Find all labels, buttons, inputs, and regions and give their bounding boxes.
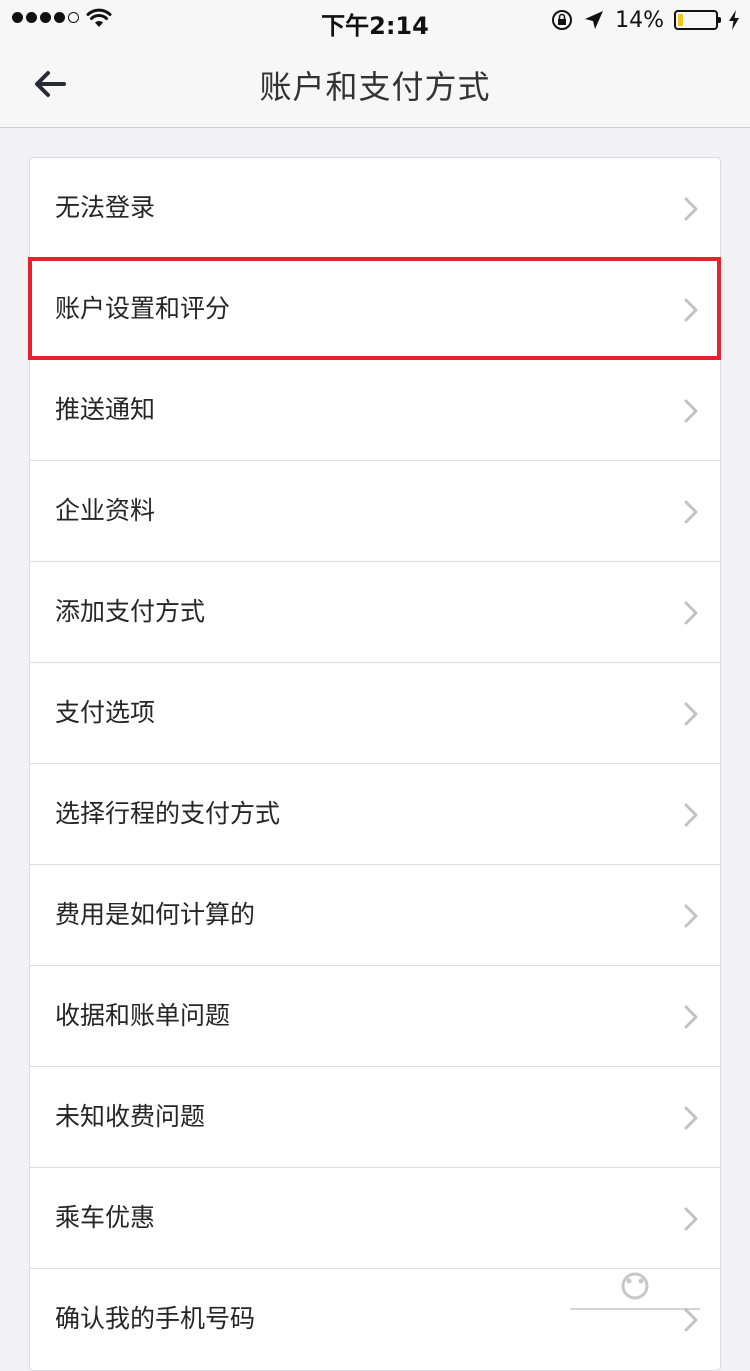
- menu-item-label: 乘车优惠: [55, 1203, 156, 1232]
- menu-item-how-fares-calculated[interactable]: 费用是如何计算的: [30, 865, 720, 966]
- status-bar: 下午2:14 14%: [0, 0, 750, 40]
- location-arrow-icon: [585, 11, 604, 29]
- menu-item-cannot-login[interactable]: 无法登录: [30, 158, 720, 259]
- menu-item-label: 收据和账单问题: [55, 1001, 231, 1030]
- menu-item-trip-payment-method[interactable]: 选择行程的支付方式: [30, 764, 720, 865]
- chevron-right-icon: [684, 197, 698, 221]
- menu-item-label: 支付选项: [55, 698, 156, 727]
- menu-item-label: 添加支付方式: [55, 597, 206, 626]
- charging-icon: [729, 10, 739, 30]
- menu-item-ride-promotions[interactable]: 乘车优惠: [30, 1168, 720, 1269]
- menu-item-add-payment-method[interactable]: 添加支付方式: [30, 562, 720, 663]
- menu-item-business-profile[interactable]: 企业资料: [30, 461, 720, 562]
- page-title: 账户和支付方式: [259, 68, 491, 106]
- chevron-right-icon: [684, 1005, 698, 1029]
- chevron-right-icon: [684, 904, 698, 928]
- chevron-right-icon: [684, 399, 698, 423]
- menu-item-label: 企业资料: [55, 496, 156, 525]
- battery-icon: [674, 10, 721, 30]
- menu-list: 无法登录 账户设置和评分 推送通知 企业资料 添加支付方式 支付选项 选择行程的…: [29, 157, 721, 1371]
- menu-item-label: 选择行程的支付方式: [55, 799, 281, 828]
- chevron-right-icon: [684, 803, 698, 827]
- battery-percent: 14%: [615, 7, 664, 33]
- menu-item-payment-options[interactable]: 支付选项: [30, 663, 720, 764]
- menu-item-label: 费用是如何计算的: [55, 900, 256, 929]
- menu-item-push-notifications[interactable]: 推送通知: [30, 360, 720, 461]
- nav-bar: 账户和支付方式: [0, 40, 750, 128]
- battery-fill: [678, 14, 683, 26]
- chevron-right-icon: [684, 1207, 698, 1231]
- watermark-logo-icon: [570, 1272, 700, 1310]
- menu-item-label: 确认我的手机号码: [55, 1304, 256, 1333]
- menu-item-label: 账户设置和评分: [55, 294, 231, 323]
- menu-item-label: 未知收费问题: [55, 1102, 206, 1131]
- chevron-right-icon: [684, 298, 698, 322]
- menu-item-account-settings-ratings[interactable]: 账户设置和评分: [30, 259, 720, 360]
- menu-item-receipts-billing[interactable]: 收据和账单问题: [30, 966, 720, 1067]
- rotation-lock-icon: [552, 10, 573, 30]
- menu-item-label: 无法登录: [55, 193, 156, 222]
- chevron-right-icon: [684, 1106, 698, 1130]
- menu-item-unknown-charges[interactable]: 未知收费问题: [30, 1067, 720, 1168]
- chevron-right-icon: [684, 702, 698, 726]
- menu-item-label: 推送通知: [55, 395, 156, 424]
- chevron-right-icon: [684, 500, 698, 524]
- chevron-right-icon: [684, 601, 698, 625]
